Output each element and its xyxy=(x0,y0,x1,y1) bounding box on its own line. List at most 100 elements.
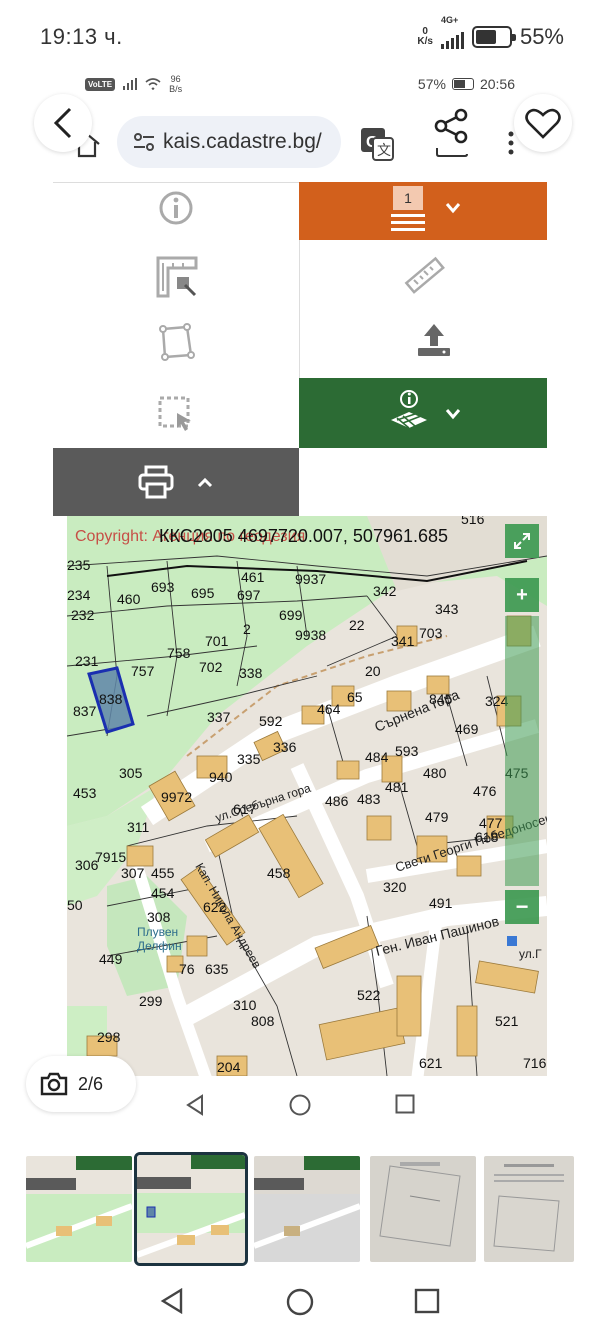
svg-text:484: 484 xyxy=(365,749,389,765)
svg-text:479: 479 xyxy=(425,809,449,825)
svg-text:716: 716 xyxy=(523,1055,547,1071)
back-button[interactable] xyxy=(34,94,92,152)
svg-text:838: 838 xyxy=(99,691,123,707)
thumbnail[interactable] xyxy=(370,1156,476,1262)
svg-text:460: 460 xyxy=(117,591,141,607)
svg-text:758: 758 xyxy=(167,645,191,661)
svg-text:453: 453 xyxy=(73,785,97,801)
outer-status-icons: 0 K/s 4G+ 55% xyxy=(417,15,564,50)
inner-status-bar: VoLTE 96 B/s 57% 20:56 xyxy=(53,64,547,106)
zoom-slider[interactable] xyxy=(505,616,539,886)
tools-panel-right xyxy=(299,240,547,378)
inner-clock: 20:56 xyxy=(479,76,515,92)
nav-home-icon xyxy=(289,1094,311,1116)
svg-text:232: 232 xyxy=(71,607,95,623)
url-bar[interactable]: kais.cadastre.bg/ xyxy=(117,116,341,168)
svg-text:234: 234 xyxy=(67,587,91,603)
svg-text:837: 837 xyxy=(73,703,97,719)
svg-text:940: 940 xyxy=(209,769,233,785)
upload-icon[interactable] xyxy=(414,320,454,360)
chevron-down-icon[interactable] xyxy=(445,408,461,420)
print-bar[interactable] xyxy=(53,448,299,516)
svg-text:2: 2 xyxy=(243,621,251,637)
translate-icon[interactable]: G文 xyxy=(359,126,395,162)
ruler-icon[interactable] xyxy=(402,254,446,298)
inner-battery-percent: 57% xyxy=(417,76,446,92)
svg-text:336: 336 xyxy=(273,739,297,755)
cadastral-map[interactable]: 516 235 234 460 693 695 461 697 9937 342 232 699… xyxy=(67,516,547,1081)
layers-bar[interactable]: 1 xyxy=(299,182,547,240)
svg-text:306: 306 xyxy=(75,857,99,873)
favorite-button[interactable] xyxy=(514,94,572,152)
zoom-out-button[interactable]: − xyxy=(505,890,539,924)
svg-text:9938: 9938 xyxy=(295,627,326,643)
svg-text:9937: 9937 xyxy=(295,571,326,587)
battery-percent: 55% xyxy=(519,24,564,49)
coordinate-readout: ККС2005 4697720.007, 507961.685 xyxy=(159,526,449,546)
svg-text:483: 483 xyxy=(357,791,381,807)
svg-text:335: 335 xyxy=(237,751,261,767)
layer-count-badge: 1 xyxy=(393,186,423,210)
battery-icon xyxy=(471,26,516,48)
chevron-down-icon[interactable] xyxy=(445,202,461,214)
more-icon[interactable] xyxy=(507,130,515,156)
svg-text:298: 298 xyxy=(97,1029,121,1045)
measure-area-icon[interactable] xyxy=(155,255,199,299)
svg-text:697: 697 xyxy=(237,587,261,603)
thumbnail[interactable] xyxy=(26,1156,132,1262)
svg-text:9972: 9972 xyxy=(161,789,192,805)
svg-text:702: 702 xyxy=(199,659,223,675)
svg-text:305: 305 xyxy=(119,765,143,781)
thumbnail[interactable] xyxy=(484,1156,574,1262)
system-home-icon[interactable] xyxy=(286,1288,314,1316)
network-type: 4G+ xyxy=(440,15,459,25)
svg-text:621: 621 xyxy=(419,1055,443,1071)
info-icon[interactable] xyxy=(157,189,195,227)
volte-badge: VoLTE xyxy=(85,77,116,91)
svg-text:65: 65 xyxy=(347,689,363,705)
signal-icon: 4G+ xyxy=(440,15,464,49)
print-icon[interactable] xyxy=(138,465,174,499)
svg-text:593: 593 xyxy=(395,743,419,759)
thumbnail[interactable] xyxy=(254,1156,360,1262)
svg-text:699: 699 xyxy=(279,607,303,623)
expand-button[interactable] xyxy=(505,524,539,558)
zoom-in-button[interactable]: + xyxy=(505,578,539,612)
system-back-icon[interactable] xyxy=(160,1288,184,1314)
svg-text:337: 337 xyxy=(207,709,231,725)
outer-clock: 19:13 ч. xyxy=(40,24,123,49)
svg-text:522: 522 xyxy=(357,987,381,1003)
heart-icon xyxy=(525,108,561,139)
layers-icon xyxy=(391,214,425,231)
svg-text:310: 310 xyxy=(233,997,257,1013)
svg-text:486: 486 xyxy=(325,793,349,809)
polygon-icon[interactable] xyxy=(157,323,195,361)
image-counter[interactable]: 2/6 xyxy=(26,1056,136,1112)
chevron-up-icon[interactable] xyxy=(196,476,214,488)
select-icon[interactable] xyxy=(157,395,195,433)
svg-text:458: 458 xyxy=(267,865,291,881)
svg-text:476: 476 xyxy=(473,783,497,799)
svg-text:480: 480 xyxy=(423,765,447,781)
expand-icon xyxy=(514,533,530,549)
svg-text:695: 695 xyxy=(191,585,215,601)
site-settings-icon[interactable] xyxy=(133,132,155,152)
inner-battery-icon xyxy=(451,78,474,90)
thumbnail-selected[interactable] xyxy=(134,1152,248,1266)
system-recents-icon[interactable] xyxy=(414,1288,440,1314)
nav-recents-icon xyxy=(395,1094,415,1114)
inner-signal-icon xyxy=(123,78,138,90)
layer-info-bar[interactable] xyxy=(299,378,547,448)
svg-text:Делфин: Делфин xyxy=(137,939,182,953)
svg-text:701: 701 xyxy=(205,633,229,649)
svg-text:311: 311 xyxy=(127,819,150,835)
nav-back-icon xyxy=(186,1094,203,1116)
share-icon[interactable] xyxy=(433,108,469,144)
svg-text:455: 455 xyxy=(151,865,175,881)
map-canvas[interactable]: 516 235 234 460 693 695 461 697 9937 342 232 699… xyxy=(67,516,547,1081)
svg-text:703: 703 xyxy=(419,625,443,641)
svg-text:338: 338 xyxy=(239,665,263,681)
svg-text:342: 342 xyxy=(373,583,397,599)
svg-text:635: 635 xyxy=(205,961,229,977)
svg-text:693: 693 xyxy=(151,579,175,595)
